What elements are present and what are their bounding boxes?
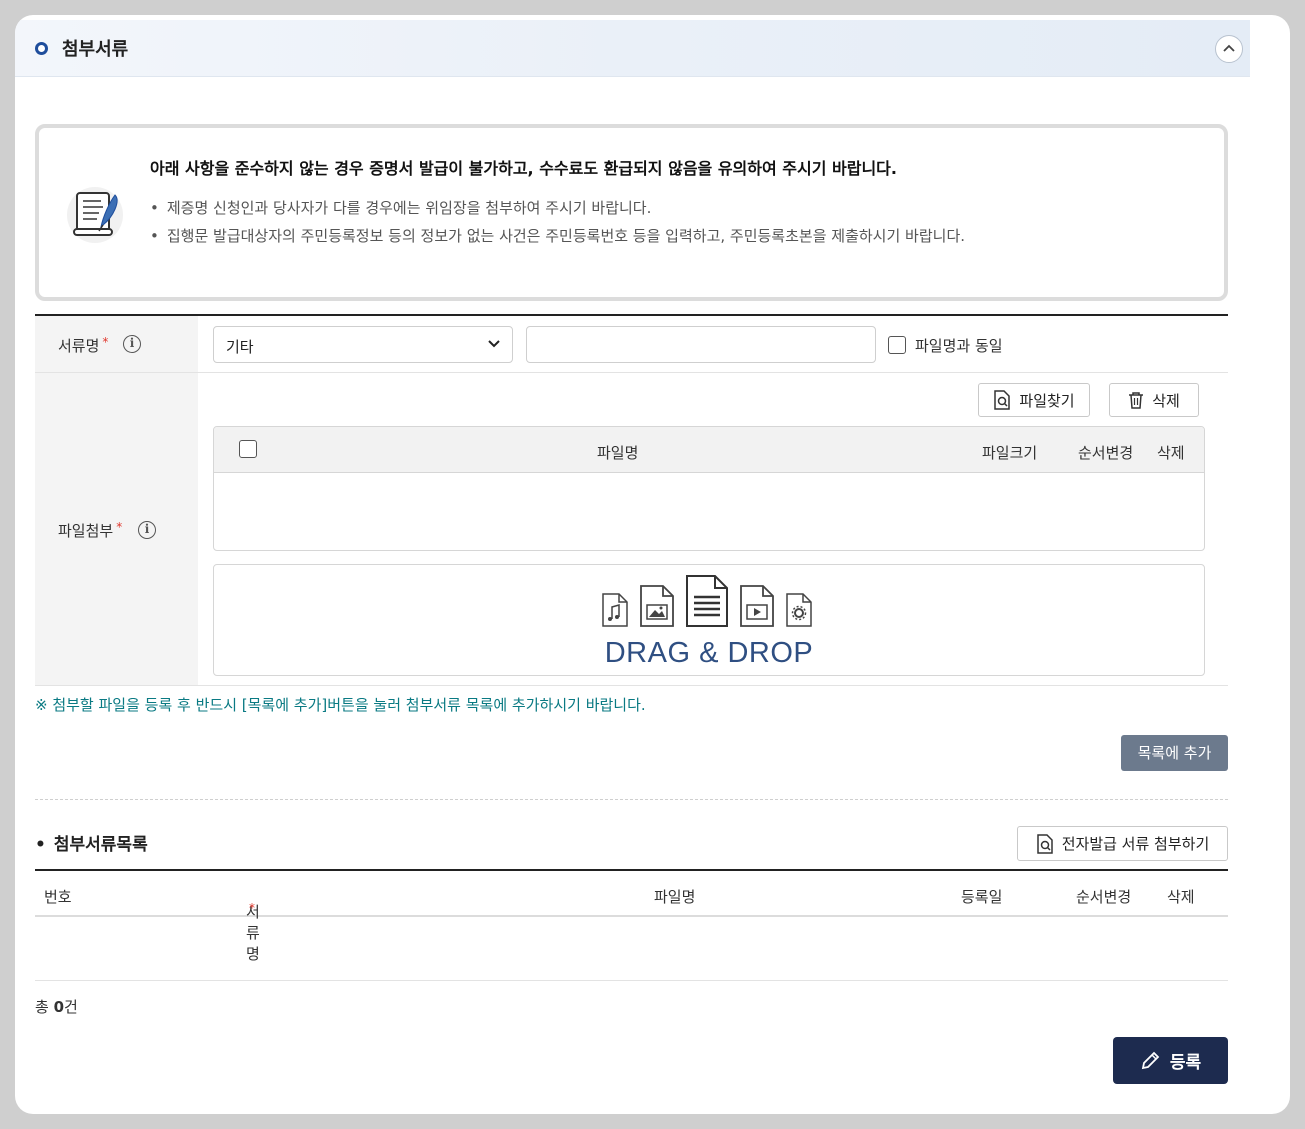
file-search-icon [994,390,1011,410]
audio-file-icon [602,593,628,627]
pencil-icon [1141,1051,1160,1069]
doc-type-selected: 기타 [226,338,254,356]
file-table-header: 파일명 파일크기 순서변경 삭제 [214,427,1204,473]
column-header: 파일명 [654,888,696,906]
image-file-icon [640,585,674,627]
required-mark: * [249,901,255,915]
required-mark: * [116,520,123,534]
document-quill-icon [63,183,129,243]
delete-file-button[interactable]: 삭제 [1109,383,1199,417]
list-table-header: 번호 서류명 * 파일명 등록일 순서변경 삭제 [35,871,1228,963]
attach-edoc-label: 전자발급 서류 첨부하기 [1061,835,1210,853]
find-file-label: 파일찾기 [1019,391,1075,410]
same-as-filename-label: 파일명과 동일 [915,337,1003,355]
info-icon[interactable]: i [138,521,156,539]
file-attach-label: 파일첨부 * [58,520,123,540]
file-attach-row: 파일첨부 * i 파일찾기 삭제 파일명 파일크기 순서변경 삭제 DRAG &… [35,373,1228,686]
dashed-divider [35,799,1228,800]
total-count-value: 0 [53,998,65,1016]
info-icon[interactable]: i [123,335,141,353]
register-label: 등록 [1169,1053,1202,1073]
column-header: 삭제 [1157,444,1185,462]
column-header: 파일크기 [982,444,1038,462]
doc-name-input[interactable] [526,326,876,363]
delete-label: 삭제 [1152,391,1180,410]
section-header: 첨부서류 [15,20,1250,77]
notice-list: 제증명 신청인과 당사자가 다를 경우에는 위임장을 첨부하여 주시기 바랍니다… [150,194,965,250]
doc-name-label: 서류명 * [58,335,109,355]
required-mark: * [102,335,109,349]
file-type-icons [602,575,812,627]
column-header: 번호 [44,888,72,906]
file-table: 파일명 파일크기 순서변경 삭제 [213,426,1205,551]
list-title: 첨부서류목록 [35,830,148,855]
section-title: 첨부서류 [62,39,129,60]
notice-box: 아래 사항을 준수하지 않는 경우 증명서 발급이 불가하고, 수수료도 환급되… [35,124,1228,301]
same-as-filename-checkbox[interactable] [888,336,906,354]
find-file-button[interactable]: 파일찾기 [978,383,1090,417]
notice-heading: 아래 사항을 준수하지 않는 경우 증명서 발급이 불가하고, 수수료도 환급되… [150,159,897,178]
attachment-card: 첨부서류 아래 사항을 준수하지 않는 경우 증명서 발급이 불가하고, 수수료… [15,15,1290,1114]
collapse-button[interactable] [1215,35,1243,63]
drag-drop-zone[interactable]: DRAG & DROP [213,564,1205,676]
drag-drop-text: DRAG & DROP [604,637,814,669]
notice-item: 제증명 신청인과 당사자가 다를 경우에는 위임장을 첨부하여 주시기 바랍니다… [150,194,965,222]
file-attach-label-cell: 파일첨부 * i [35,373,198,685]
chevron-up-icon [1223,44,1235,52]
column-header: 등록일 [961,888,1003,906]
doc-name-row: 서류명 * i 기타 파일명과 동일 [35,316,1228,373]
file-search-icon [1036,833,1053,854]
attach-edoc-button[interactable]: 전자발급 서류 첨부하기 [1017,826,1228,861]
column-header: 삭제 [1167,888,1195,906]
document-file-icon [686,575,728,627]
register-button[interactable]: 등록 [1113,1037,1228,1084]
column-header: 파일명 [597,444,639,462]
notice-item: 집행문 발급대상자의 주민등록정보 등의 정보가 없는 사건은 주민등록번호 등… [150,222,965,250]
chevron-down-icon [488,340,500,348]
section-bullet-icon [35,42,48,55]
add-to-list-button[interactable]: 목록에 추가 [1121,735,1228,771]
attachment-form: 서류명 * i 기타 파일명과 동일 파일첨부 * i 파일찾기 삭제 파일명 … [35,314,1228,686]
guide-text: ※ 첨부할 파일을 등록 후 반드시 [목록에 추가]버튼을 눌러 첨부서류 목… [35,696,646,714]
total-count: 총 0건 [35,998,78,1016]
column-header: 순서변경 [1076,888,1132,906]
settings-file-icon [786,593,812,627]
select-all-checkbox[interactable] [239,440,257,458]
video-file-icon [740,585,774,627]
column-header: 순서변경 [1078,444,1134,462]
trash-icon [1129,392,1144,409]
doc-type-select[interactable]: 기타 [213,326,513,363]
doc-name-label-cell: 서류명 * i [35,316,198,372]
attachment-list-table: 번호 서류명 * 파일명 등록일 순서변경 삭제 [35,869,1228,981]
